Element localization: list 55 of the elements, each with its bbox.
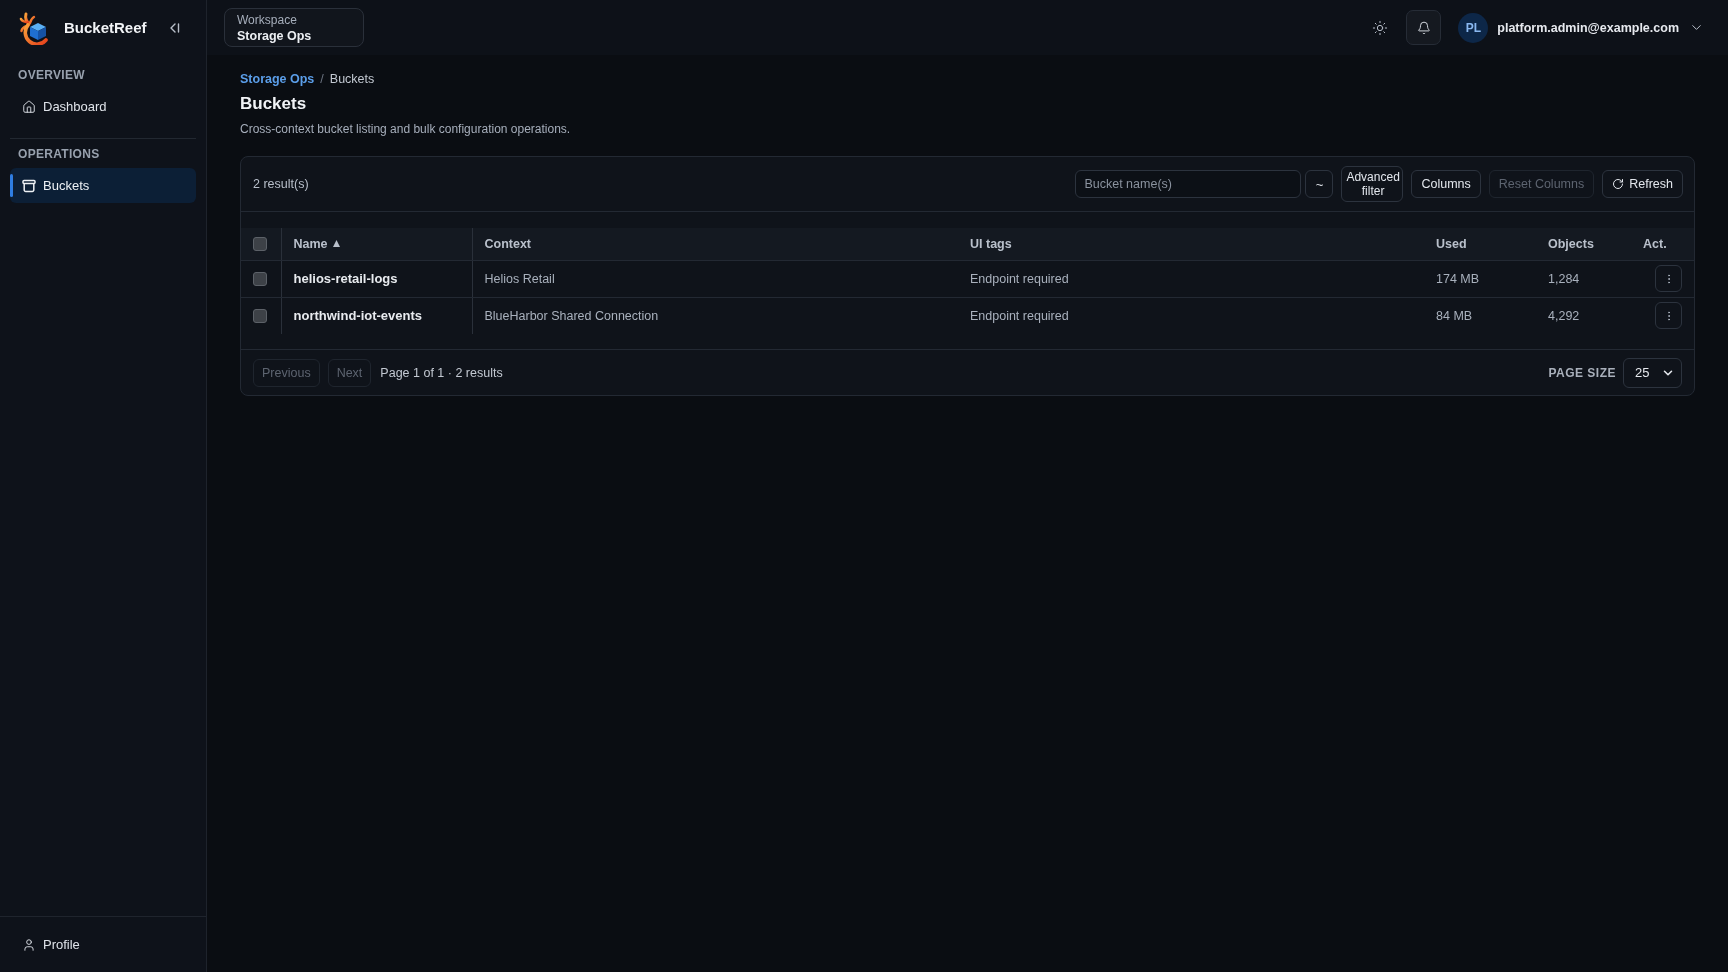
app-name: BucketReef	[64, 19, 147, 36]
toolbar-button[interactable]: Advanced filter	[1341, 166, 1404, 202]
table-cell: 1,284	[1536, 260, 1639, 297]
home-icon	[22, 99, 36, 114]
profile-link[interactable]: Profile	[10, 927, 196, 962]
column-header[interactable]: Act.	[1639, 228, 1694, 260]
collapse-sidebar-icon	[168, 21, 180, 34]
logo-icon	[19, 10, 49, 45]
row-checkbox[interactable]	[253, 309, 267, 324]
select-all-checkbox[interactable]	[253, 237, 267, 252]
breadcrumb-link[interactable]: Storage Ops	[240, 72, 315, 86]
table-cell: Endpoint required	[958, 297, 1424, 334]
refresh-button[interactable]: Refresh	[1602, 170, 1683, 198]
breadcrumb-separator: /	[320, 72, 324, 86]
column-header[interactable]: Name	[281, 228, 472, 260]
table-cell: 174 MB	[1424, 260, 1536, 297]
page-size-select[interactable]: 25	[1623, 357, 1682, 388]
workspace-label: Workspace	[237, 12, 297, 27]
table-cell: Endpoint required	[958, 260, 1424, 297]
page-summary: Page 1 of 1 · 2 results	[380, 365, 503, 380]
theme-toggle-button[interactable]	[1371, 18, 1390, 37]
table-cell: 84 MB	[1424, 297, 1536, 334]
filter-toggle-button[interactable]: ~	[1305, 170, 1334, 198]
sun-icon	[1372, 19, 1389, 36]
nav-item[interactable]: Dashboard	[10, 89, 196, 124]
result-count: 2 result(s)	[253, 177, 309, 191]
toolbar-button[interactable]: Columns	[1411, 170, 1481, 198]
section-heading: OVERVIEW	[17, 67, 86, 84]
workspace-selector[interactable]: Workspace Storage Ops	[224, 8, 364, 47]
page-title: Buckets	[240, 93, 308, 115]
refresh-icon	[1612, 178, 1625, 190]
sort-ascending-icon	[332, 239, 340, 247]
table-cell: 4,292	[1536, 297, 1639, 334]
breadcrumb-current: Buckets	[329, 72, 375, 86]
column-header[interactable]: Used	[1424, 228, 1536, 260]
section-heading: OPERATIONS	[17, 146, 101, 163]
user-email[interactable]: platform.admin@example.com	[1497, 20, 1679, 35]
page-size-label: PAGE SIZE	[1548, 365, 1616, 380]
table-cell: helios-retail-logs	[281, 260, 472, 297]
table-cell: northwind-iot-events	[281, 297, 472, 334]
table-cell: Helios Retail	[472, 260, 958, 297]
user-avatar[interactable]: PL	[1458, 12, 1489, 43]
table-cell: BlueHarbor Shared Connection	[472, 297, 958, 334]
box-icon	[22, 178, 36, 193]
search-field[interactable]: Bucket name(s)	[1075, 170, 1302, 198]
column-header[interactable]: Context	[472, 228, 958, 260]
notifications-button[interactable]	[1406, 10, 1442, 45]
nav-item[interactable]: Buckets	[10, 168, 196, 203]
column-header[interactable]: UI tags	[958, 228, 1424, 260]
row-checkbox[interactable]	[253, 271, 267, 286]
workspace-name: Storage Ops	[237, 28, 312, 43]
column-header[interactable]: Objects	[1536, 228, 1639, 260]
page-description: Cross-context bucket listing and bulk configuration operations.	[240, 121, 572, 137]
bell-icon	[1416, 20, 1431, 35]
user-icon	[22, 937, 36, 952]
